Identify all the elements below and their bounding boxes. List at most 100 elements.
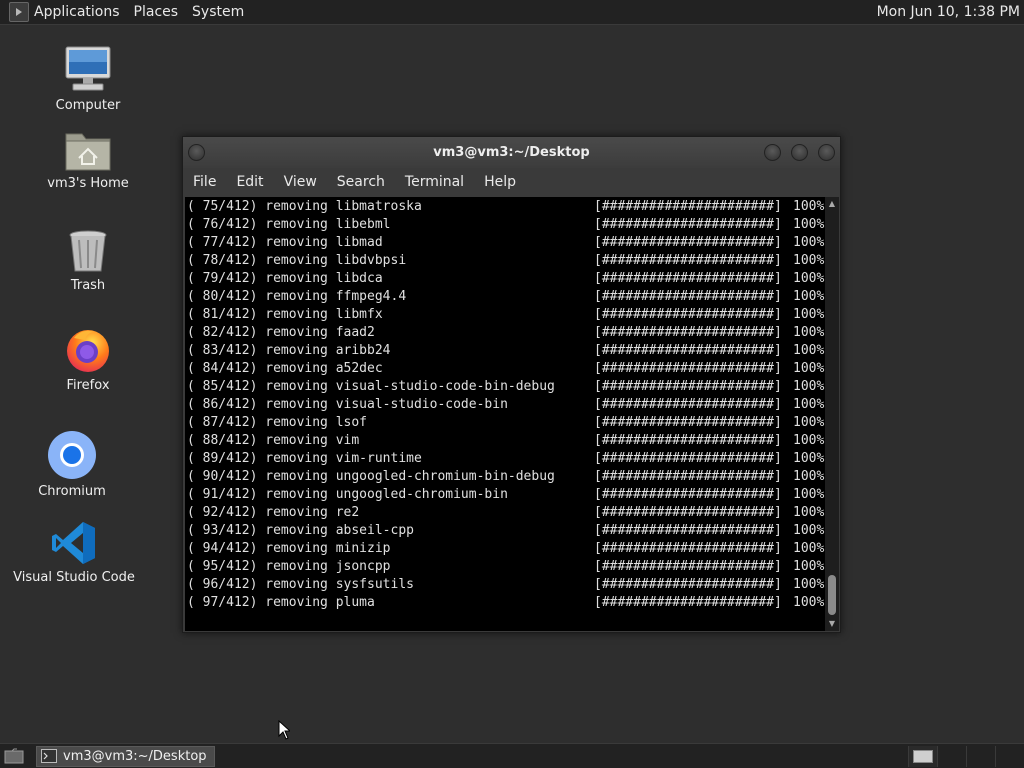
terminal-line: ( 80/412) removing ffmpeg4.4 [###########…: [187, 288, 827, 306]
desktop-icon-vscode[interactable]: Visual Studio Code: [13, 520, 135, 585]
workspace-switcher[interactable]: [908, 746, 1024, 767]
progress-bar-text: [######################]: [594, 289, 782, 304]
computer-icon: [65, 46, 111, 91]
line-text: ( 75/412) removing libmatroska: [187, 199, 422, 214]
progress-bar-text: [######################]: [594, 433, 782, 448]
terminal-line: ( 89/412) removing vim-runtime [#########…: [187, 450, 827, 468]
terminal-menubar: File Edit View Search Terminal Help: [183, 168, 840, 196]
progress-bar-text: [######################]: [594, 451, 782, 466]
terminal-line: ( 93/412) removing abseil-cpp [##########…: [187, 522, 827, 540]
maximize-button[interactable]: [791, 144, 808, 161]
progress-bar-text: [######################]: [594, 325, 782, 340]
scroll-thumb[interactable]: [828, 575, 836, 615]
line-text: ( 92/412) removing re2: [187, 505, 360, 520]
show-desktop-icon: [4, 748, 24, 764]
vscode-icon: [52, 522, 95, 564]
window-title: vm3@vm3:~/Desktop: [433, 145, 590, 160]
terminal-line: ( 91/412) removing ungoogled-chromium-bi…: [187, 486, 827, 504]
progress-percent: 100%: [793, 433, 825, 448]
workspace-1[interactable]: [908, 746, 937, 767]
progress-bar-text: [######################]: [594, 361, 782, 376]
menu-terminal[interactable]: Terminal: [405, 174, 464, 190]
terminal-line: ( 95/412) removing jsoncpp [#############…: [187, 558, 827, 576]
line-text: ( 80/412) removing ffmpeg4.4: [187, 289, 407, 304]
desktop-icon-label: Trash: [70, 278, 106, 293]
progress-percent: 100%: [793, 559, 825, 574]
menu-view[interactable]: View: [284, 174, 317, 190]
desktop-icon-chromium[interactable]: Chromium: [32, 430, 112, 499]
window-titlebar[interactable]: vm3@vm3:~/Desktop: [183, 137, 840, 168]
progress-percent: 100%: [793, 451, 825, 466]
trash-icon: [69, 230, 107, 272]
desktop-icon-trash[interactable]: Trash: [48, 228, 128, 293]
progress-bar-text: [######################]: [594, 343, 782, 358]
applications-menu[interactable]: Applications: [34, 4, 128, 20]
terminal-line: ( 79/412) removing libdca [##############…: [187, 270, 827, 288]
terminal-line: ( 94/412) removing minizip [#############…: [187, 540, 827, 558]
system-menu[interactable]: System: [192, 4, 252, 20]
menu-edit[interactable]: Edit: [236, 174, 263, 190]
progress-percent: 100%: [793, 199, 825, 214]
show-desktop-button[interactable]: [3, 747, 25, 765]
window-menu-button[interactable]: [188, 144, 205, 161]
line-text: ( 84/412) removing a52dec: [187, 361, 383, 376]
line-text: ( 86/412) removing visual-studio-code-bi…: [187, 397, 508, 412]
line-text: ( 82/412) removing faad2: [187, 325, 375, 340]
menu-help[interactable]: Help: [484, 174, 516, 190]
terminal-logo-icon[interactable]: [9, 2, 29, 22]
terminal-line: ( 90/412) removing ungoogled-chromium-bi…: [187, 468, 827, 486]
places-menu[interactable]: Places: [134, 4, 187, 20]
mouse-cursor-icon: [278, 720, 290, 740]
minimize-button[interactable]: [764, 144, 781, 161]
desktop-icon-home[interactable]: vm3's Home: [47, 128, 129, 191]
scroll-up-icon[interactable]: ▲: [827, 199, 837, 209]
progress-percent: 100%: [793, 487, 825, 502]
desktop-icon-label: Computer: [55, 98, 121, 113]
progress-percent: 100%: [793, 523, 825, 538]
progress-bar-text: [######################]: [594, 217, 782, 232]
line-text: ( 91/412) removing ungoogled-chromium-bi…: [187, 487, 508, 502]
progress-bar-text: [######################]: [594, 271, 782, 286]
progress-percent: 100%: [793, 235, 825, 250]
progress-bar-text: [######################]: [594, 199, 782, 214]
terminal-window[interactable]: vm3@vm3:~/Desktop File Edit View Search …: [182, 136, 841, 633]
line-text: ( 85/412) removing visual-studio-code-bi…: [187, 379, 555, 394]
menu-file[interactable]: File: [193, 174, 216, 190]
progress-bar-text: [######################]: [594, 523, 782, 538]
desktop-icon-computer[interactable]: Computer: [48, 44, 128, 113]
scroll-down-icon[interactable]: ▼: [827, 619, 837, 629]
progress-bar-text: [######################]: [594, 595, 782, 610]
line-text: ( 94/412) removing minizip: [187, 541, 391, 556]
terminal-line: ( 76/412) removing libebml [#############…: [187, 216, 827, 234]
progress-percent: 100%: [793, 289, 825, 304]
line-text: ( 78/412) removing libdvbpsi: [187, 253, 407, 268]
terminal-line: ( 77/412) removing libmad [##############…: [187, 234, 827, 252]
menu-search[interactable]: Search: [337, 174, 385, 190]
clock[interactable]: Mon Jun 10, 1:38 PM: [877, 4, 1020, 20]
terminal-icon: [41, 749, 57, 763]
taskbar-terminal-button[interactable]: vm3@vm3:~/Desktop: [36, 745, 215, 767]
terminal-output[interactable]: ( 75/412) removing libmatroska [#########…: [185, 197, 839, 631]
terminal-line: ( 81/412) removing libmfx [##############…: [187, 306, 827, 324]
workspace-4[interactable]: [995, 746, 1024, 767]
progress-percent: 100%: [793, 379, 825, 394]
terminal-scrollbar[interactable]: ▲ ▼: [825, 197, 839, 631]
terminal-line: ( 92/412) removing re2 [#################…: [187, 504, 827, 522]
terminal-line: ( 96/412) removing sysfsutils [##########…: [187, 576, 827, 594]
progress-bar-text: [######################]: [594, 307, 782, 322]
close-button[interactable]: [818, 144, 835, 161]
progress-bar-text: [######################]: [594, 505, 782, 520]
desktop-icon-label: vm3's Home: [47, 176, 129, 191]
progress-bar-text: [######################]: [594, 253, 782, 268]
workspace-2[interactable]: [937, 746, 966, 767]
line-text: ( 79/412) removing libdca: [187, 271, 383, 286]
progress-percent: 100%: [793, 541, 825, 556]
progress-bar-text: [######################]: [594, 379, 782, 394]
line-text: ( 83/412) removing aribb24: [187, 343, 391, 358]
taskbar-label: vm3@vm3:~/Desktop: [63, 748, 207, 764]
progress-percent: 100%: [793, 505, 825, 520]
desktop-icon-firefox[interactable]: Firefox: [48, 326, 128, 393]
progress-bar-text: [######################]: [594, 487, 782, 502]
workspace-3[interactable]: [966, 746, 995, 767]
progress-bar-text: [######################]: [594, 415, 782, 430]
